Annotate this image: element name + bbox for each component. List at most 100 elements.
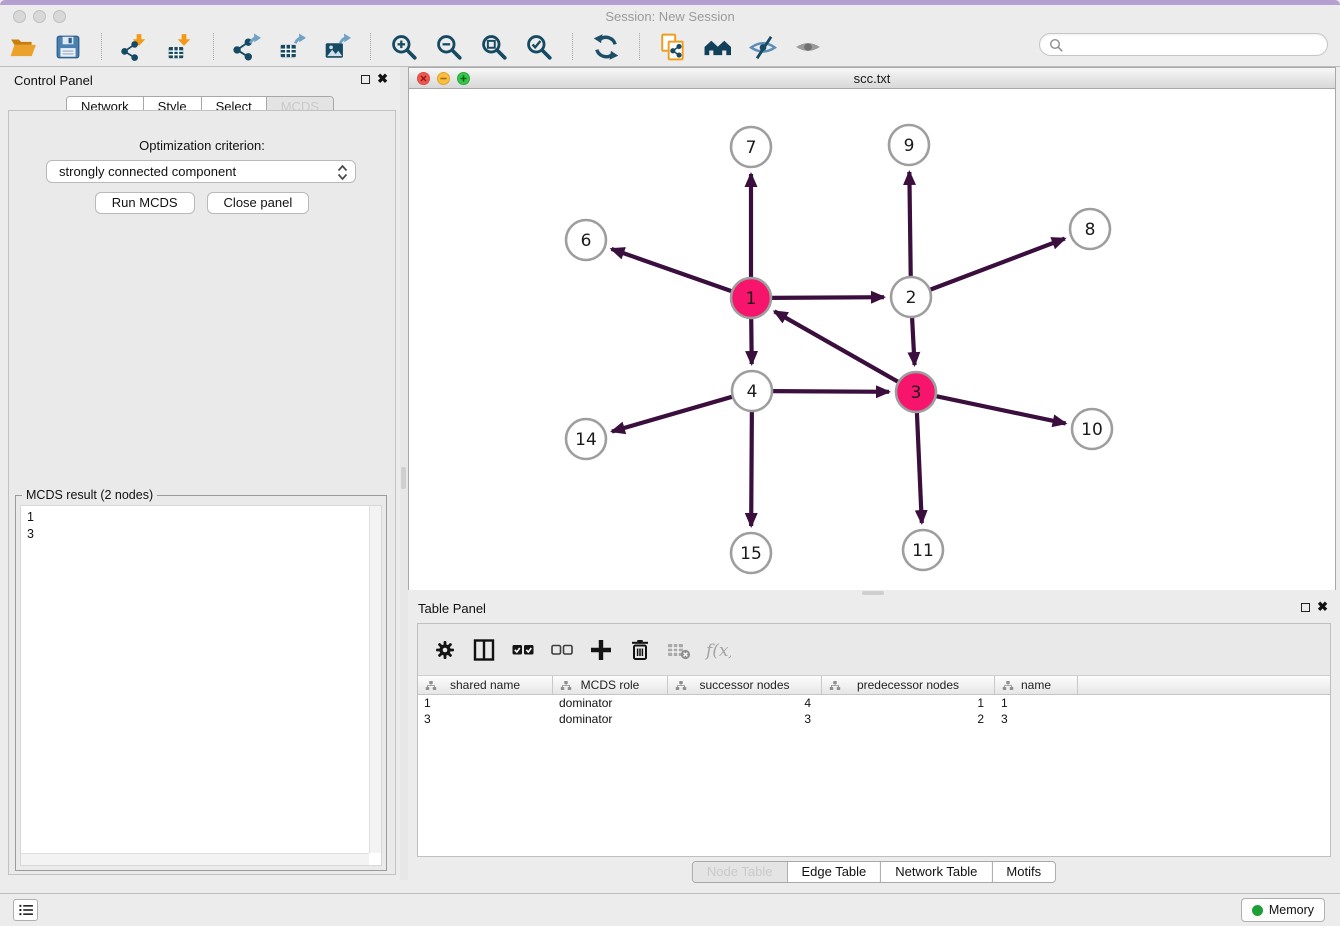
column-header-name[interactable]: name	[995, 676, 1078, 694]
edge-2-8[interactable]	[930, 239, 1065, 290]
run-mcds-button[interactable]: Run MCDS	[95, 192, 195, 214]
table-cell: 3	[995, 711, 1078, 727]
criterion-select[interactable]: strongly connected component	[46, 160, 356, 183]
mcds-result-group: MCDS result (2 nodes) 13	[15, 495, 387, 871]
edge-4-15[interactable]	[751, 411, 752, 526]
node-label: 9	[904, 136, 915, 156]
edge-2-3[interactable]	[912, 317, 915, 365]
memory-status-icon	[1252, 905, 1263, 916]
import-network-icon[interactable]	[121, 33, 149, 61]
task-history-button[interactable]	[13, 899, 38, 921]
edge-3-1[interactable]	[774, 311, 898, 382]
function-builder-icon: f(x)	[705, 637, 731, 663]
window-controls	[13, 10, 66, 23]
toolbar-separator	[370, 33, 371, 60]
node-table: shared nameMCDS rolesuccessor nodesprede…	[418, 676, 1330, 856]
edge-3-11[interactable]	[917, 412, 922, 523]
deselect-all-icon[interactable]	[549, 637, 575, 663]
search-input[interactable]	[1068, 35, 1320, 54]
edge-3-10[interactable]	[936, 396, 1066, 423]
home-icon[interactable]	[704, 33, 732, 61]
node-label: 4	[747, 382, 758, 402]
open-session-icon[interactable]	[9, 33, 37, 61]
close-window-button[interactable]	[13, 10, 26, 23]
network-window-titlebar[interactable]: scc.txt	[409, 68, 1335, 89]
table-cell: 1	[418, 695, 553, 711]
table-row[interactable]: 3dominator323	[418, 711, 1330, 727]
splitter-grip[interactable]	[862, 591, 884, 595]
tab-node-table[interactable]: Node Table	[693, 862, 787, 882]
export-network-icon[interactable]	[233, 33, 261, 61]
control-panel-title: Control Panel	[14, 73, 93, 88]
memory-button[interactable]: Memory	[1241, 898, 1325, 922]
tree-icon	[675, 679, 687, 697]
column-header-predecessor-nodes[interactable]: predecessor nodes	[822, 676, 995, 694]
result-vertical-scrollbar[interactable]	[369, 506, 381, 853]
float-panel-icon[interactable]	[1301, 603, 1310, 612]
edge-1-6[interactable]	[611, 249, 732, 291]
select-all-icon[interactable]	[510, 637, 536, 663]
column-header-MCDS-role[interactable]: MCDS role	[553, 676, 668, 694]
gear-icon[interactable]	[432, 637, 458, 663]
zoom-out-icon[interactable]	[435, 33, 463, 61]
float-panel-icon[interactable]	[361, 75, 370, 84]
tab-edge-table[interactable]: Edge Table	[786, 862, 880, 882]
column-label: predecessor nodes	[822, 678, 994, 692]
add-row-icon[interactable]	[588, 637, 614, 663]
table-cell: 1	[822, 695, 995, 711]
titlebar[interactable]: Session: New Session	[0, 5, 1340, 29]
column-header-shared-name[interactable]: shared name	[418, 676, 553, 694]
table-body: 1dominator4113dominator323	[418, 695, 1330, 727]
result-line: 3	[27, 526, 362, 543]
delete-row-icon[interactable]	[627, 637, 653, 663]
table-row[interactable]: 1dominator411	[418, 695, 1330, 711]
copy-network-icon[interactable]	[659, 33, 687, 61]
tab-network-table[interactable]: Network Table	[880, 862, 991, 882]
node-label: 8	[1085, 220, 1096, 240]
zoom-in-icon[interactable]	[390, 33, 418, 61]
import-table-icon[interactable]	[166, 33, 194, 61]
table-toolbar: f(x)	[418, 624, 1330, 676]
edge-2-9[interactable]	[909, 172, 910, 277]
export-image-icon[interactable]	[323, 33, 351, 61]
tab-motifs[interactable]: Motifs	[991, 862, 1055, 882]
table-cell: 2	[822, 711, 995, 727]
edge-4-3[interactable]	[772, 391, 889, 392]
export-table-icon[interactable]	[278, 33, 306, 61]
zoom-window-button[interactable]	[53, 10, 66, 23]
node-label: 7	[746, 138, 757, 158]
close-panel-button[interactable]: Close panel	[207, 192, 310, 214]
minimize-window-button[interactable]	[33, 10, 46, 23]
column-header-successor-nodes[interactable]: successor nodes	[668, 676, 822, 694]
zoom-selected-icon[interactable]	[525, 33, 553, 61]
node-label: 3	[911, 383, 922, 403]
columns-icon[interactable]	[471, 637, 497, 663]
list-icon	[17, 901, 35, 919]
close-panel-icon[interactable]: ✖	[1317, 599, 1328, 615]
node-label: 1	[746, 289, 757, 309]
edge-1-2[interactable]	[771, 297, 884, 298]
node-table-container: f(x) shared nameMCDS rolesuccessor nodes…	[417, 623, 1331, 857]
minimize-view-icon[interactable]	[437, 72, 450, 85]
toolbar-separator	[572, 33, 573, 60]
network-canvas[interactable]: 7968124314101511	[409, 89, 1335, 590]
edge-4-14[interactable]	[612, 397, 733, 432]
network-window-controls	[417, 72, 470, 85]
result-line: 1	[27, 509, 362, 526]
node-label: 2	[906, 288, 917, 308]
node-label: 15	[740, 544, 762, 564]
hide-details-icon[interactable]	[749, 33, 777, 61]
zoom-fit-icon[interactable]	[480, 33, 508, 61]
save-session-icon[interactable]	[54, 33, 82, 61]
show-details-icon[interactable]	[794, 33, 822, 61]
refresh-icon[interactable]	[592, 33, 620, 61]
splitter-grip[interactable]	[401, 467, 406, 489]
zoom-view-icon[interactable]	[457, 72, 470, 85]
close-panel-icon[interactable]: ✖	[377, 71, 388, 87]
result-horizontal-scrollbar[interactable]	[21, 853, 369, 865]
mcds-result-area[interactable]: 13	[20, 505, 382, 866]
close-view-icon[interactable]	[417, 72, 430, 85]
vertical-splitter[interactable]	[400, 67, 408, 880]
mcds-buttons: Run MCDS Close panel	[9, 192, 395, 214]
column-label: shared name	[418, 678, 552, 692]
